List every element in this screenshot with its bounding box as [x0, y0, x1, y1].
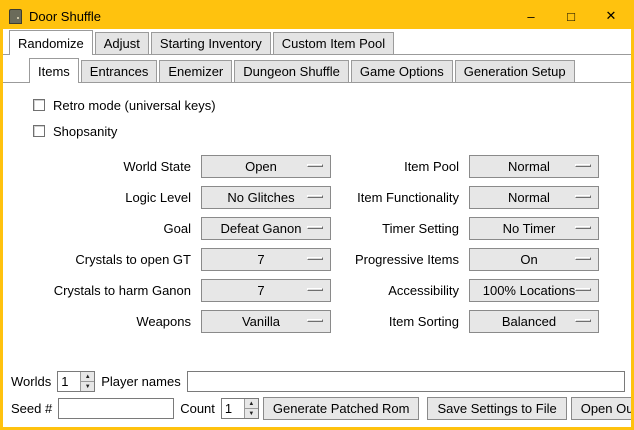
- title-bar: Door Shuffle – □ ✕: [3, 3, 631, 29]
- checkbox-icon: [33, 99, 45, 111]
- seed-label: Seed #: [9, 401, 54, 416]
- checkbox-label: Retro mode (universal keys): [53, 98, 216, 113]
- spinner-down-icon[interactable]: ▼: [245, 409, 258, 418]
- dropdown-indicator-icon: [575, 288, 591, 291]
- shopsanity-checkbox[interactable]: Shopsanity: [33, 121, 631, 141]
- world-state-label: World State: [43, 159, 195, 174]
- window-title: Door Shuffle: [29, 9, 101, 24]
- tab-custom-item-pool[interactable]: Custom Item Pool: [273, 32, 394, 54]
- checkbox-group: Retro mode (universal keys) Shopsanity: [33, 95, 631, 141]
- settings-grid: World State Open Item Pool Normal Logic …: [43, 155, 631, 333]
- dropdown-value: Normal: [508, 190, 560, 205]
- dropdown-value: Balanced: [502, 314, 566, 329]
- spinner-buttons: ▲ ▼: [80, 372, 94, 391]
- timer-setting-label: Timer Setting: [337, 221, 463, 236]
- dropdown-accessibility[interactable]: 100% Locations: [469, 279, 599, 302]
- bottom-controls: Worlds ▲ ▼ Player names Seed # Count ▲ ▼: [9, 371, 625, 420]
- tab-randomize[interactable]: Randomize: [9, 30, 93, 55]
- worlds-label: Worlds: [9, 374, 53, 389]
- open-output-directory-button[interactable]: Open Output Directory: [571, 397, 634, 420]
- dropdown-value: 100% Locations: [483, 283, 586, 298]
- spinner-buttons: ▲ ▼: [244, 399, 258, 418]
- player-names-label: Player names: [99, 374, 182, 389]
- tab-enemizer[interactable]: Enemizer: [159, 60, 232, 82]
- item-pool-label: Item Pool: [337, 159, 463, 174]
- tab-entrances[interactable]: Entrances: [81, 60, 158, 82]
- dropdown-value: No Glitches: [227, 190, 304, 205]
- maximize-button[interactable]: □: [551, 3, 591, 29]
- dropdown-world-state[interactable]: Open: [201, 155, 331, 178]
- minimize-button[interactable]: –: [511, 3, 551, 29]
- window-controls: – □ ✕: [511, 3, 631, 29]
- dropdown-indicator-icon: [307, 288, 323, 291]
- close-button[interactable]: ✕: [591, 3, 631, 29]
- app-icon: [9, 9, 22, 24]
- crystals-open-gt-label: Crystals to open GT: [43, 252, 195, 267]
- dropdown-crystals-open-gt[interactable]: 7: [201, 248, 331, 271]
- dropdown-item-sorting[interactable]: Balanced: [469, 310, 599, 333]
- checkbox-label: Shopsanity: [53, 124, 117, 139]
- retro-mode-checkbox[interactable]: Retro mode (universal keys): [33, 95, 631, 115]
- dropdown-goal[interactable]: Defeat Ganon: [201, 217, 331, 240]
- dropdown-value: 7: [257, 283, 274, 298]
- dropdown-timer-setting[interactable]: No Timer: [469, 217, 599, 240]
- door-shuffle-window: Door Shuffle – □ ✕ Randomize Adjust Star…: [0, 0, 634, 430]
- logic-level-label: Logic Level: [43, 190, 195, 205]
- accessibility-label: Accessibility: [337, 283, 463, 298]
- crystals-harm-ganon-label: Crystals to harm Ganon: [43, 283, 195, 298]
- dropdown-indicator-icon: [575, 164, 591, 167]
- dropdown-indicator-icon: [575, 319, 591, 322]
- checkbox-icon: [33, 125, 45, 137]
- item-sorting-label: Item Sorting: [337, 314, 463, 329]
- tab-game-options[interactable]: Game Options: [351, 60, 453, 82]
- dropdown-logic-level[interactable]: No Glitches: [201, 186, 331, 209]
- worlds-spinner[interactable]: ▲ ▼: [57, 371, 95, 392]
- generate-patched-rom-button[interactable]: Generate Patched Rom: [263, 397, 420, 420]
- dropdown-indicator-icon: [307, 226, 323, 229]
- dropdown-progressive-items[interactable]: On: [469, 248, 599, 271]
- dropdown-indicator-icon: [307, 164, 323, 167]
- spinner-up-icon[interactable]: ▲: [245, 399, 258, 409]
- dropdown-value: Defeat Ganon: [221, 221, 312, 236]
- item-functionality-label: Item Functionality: [337, 190, 463, 205]
- progressive-items-label: Progressive Items: [337, 252, 463, 267]
- count-label: Count: [178, 401, 217, 416]
- spinner-up-icon[interactable]: ▲: [81, 372, 94, 382]
- dropdown-value: No Timer: [503, 221, 566, 236]
- outer-tabbar: Randomize Adjust Starting Inventory Cust…: [3, 29, 631, 55]
- dropdown-item-pool[interactable]: Normal: [469, 155, 599, 178]
- tab-starting-inventory[interactable]: Starting Inventory: [151, 32, 271, 54]
- count-spinner[interactable]: ▲ ▼: [221, 398, 259, 419]
- save-settings-button[interactable]: Save Settings to File: [427, 397, 566, 420]
- dropdown-indicator-icon: [575, 226, 591, 229]
- tab-items[interactable]: Items: [29, 58, 79, 83]
- dropdown-crystals-harm-ganon[interactable]: 7: [201, 279, 331, 302]
- dropdown-value: Normal: [508, 159, 560, 174]
- worlds-input[interactable]: [58, 372, 80, 391]
- dropdown-indicator-icon: [307, 195, 323, 198]
- player-names-input[interactable]: [187, 371, 625, 392]
- dropdown-indicator-icon: [307, 257, 323, 260]
- count-input[interactable]: [222, 399, 244, 418]
- dropdown-indicator-icon: [575, 257, 591, 260]
- dropdown-value: 7: [257, 252, 274, 267]
- seed-row: Seed # Count ▲ ▼ Generate Patched Rom Sa…: [9, 397, 625, 420]
- spinner-down-icon[interactable]: ▼: [81, 382, 94, 391]
- tab-generation-setup[interactable]: Generation Setup: [455, 60, 575, 82]
- weapons-label: Weapons: [43, 314, 195, 329]
- goal-label: Goal: [43, 221, 195, 236]
- inner-tabbar: Items Entrances Enemizer Dungeon Shuffle…: [3, 57, 631, 83]
- dropdown-value: Open: [245, 159, 287, 174]
- seed-input[interactable]: [58, 398, 174, 419]
- tab-adjust[interactable]: Adjust: [95, 32, 149, 54]
- tab-dungeon-shuffle[interactable]: Dungeon Shuffle: [234, 60, 349, 82]
- worlds-row: Worlds ▲ ▼ Player names: [9, 371, 625, 392]
- dropdown-indicator-icon: [307, 319, 323, 322]
- dropdown-weapons[interactable]: Vanilla: [201, 310, 331, 333]
- dropdown-indicator-icon: [575, 195, 591, 198]
- dropdown-item-functionality[interactable]: Normal: [469, 186, 599, 209]
- dropdown-value: Vanilla: [242, 314, 290, 329]
- dropdown-value: On: [520, 252, 547, 267]
